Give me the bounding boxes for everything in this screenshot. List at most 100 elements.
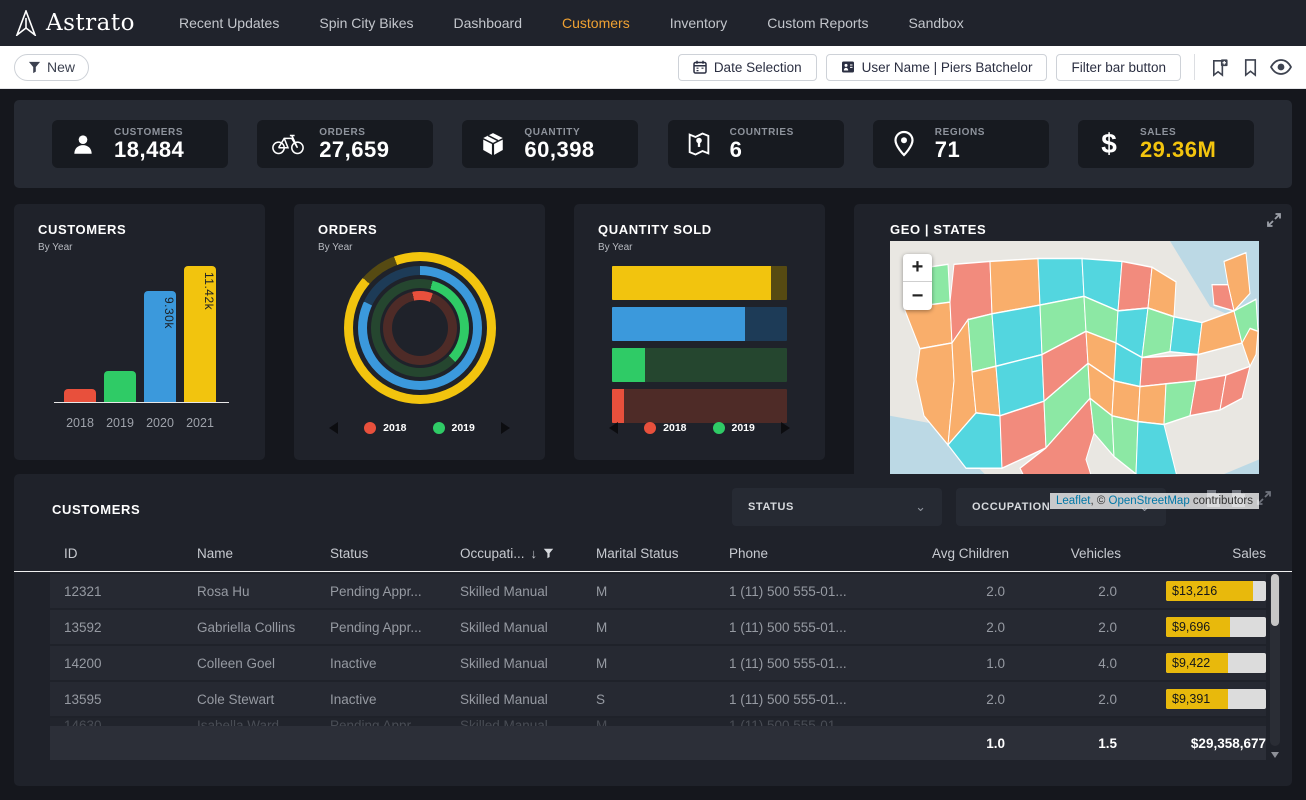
bar-2021[interactable]: 11.42k: [184, 266, 216, 402]
nav-item-customers[interactable]: Customers: [542, 0, 650, 46]
chevron-down-icon: ⌄: [915, 499, 926, 515]
legend-prev-arrow[interactable]: [609, 422, 618, 434]
nav-item-recent-updates[interactable]: Recent Updates: [159, 0, 299, 46]
cell-children: 1.0: [897, 656, 1009, 671]
cell-id: 12321: [64, 584, 197, 599]
cell-id: 13595: [64, 692, 197, 707]
calendar-icon: [693, 60, 707, 74]
hbar-2021[interactable]: [612, 266, 787, 300]
donut-ring-2020[interactable]: [358, 266, 482, 390]
scrollbar-down-arrow[interactable]: [1271, 752, 1279, 758]
column-label: ID: [64, 546, 78, 561]
hbar-fill: [612, 307, 745, 341]
column-header-vehicles[interactable]: Vehicles: [1009, 546, 1121, 561]
legend-next-arrow[interactable]: [501, 422, 510, 434]
donut-ring-2021[interactable]: [344, 252, 496, 404]
table-row[interactable]: 14200Colleen GoelInactiveSkilled ManualM…: [50, 646, 1266, 680]
nav-item-spin-city-bikes[interactable]: Spin City Bikes: [299, 0, 433, 46]
x-axis-line: [54, 402, 229, 403]
new-filter-pill[interactable]: New: [14, 54, 89, 81]
legend-prev-arrow[interactable]: [329, 422, 338, 434]
table-row[interactable]: 12321Rosa HuPending Appr...Skilled Manua…: [50, 574, 1266, 608]
legend-item-2019[interactable]: 2019: [433, 422, 475, 434]
column-header-status[interactable]: Status: [330, 546, 460, 561]
osm-link[interactable]: OpenStreetMap: [1109, 495, 1190, 507]
column-header-avg-children[interactable]: Avg Children: [897, 546, 1009, 561]
sales-bar-cell: $9,391: [1121, 689, 1266, 709]
bar-chart[interactable]: 9.30k11.42k: [64, 266, 216, 402]
donut-ring-2019[interactable]: [371, 279, 469, 377]
column-header-name[interactable]: Name: [197, 546, 330, 561]
kpi-card-customers: CUSTOMERS18,484: [52, 120, 228, 168]
column-header-marital-status[interactable]: Marital Status: [596, 546, 729, 561]
table-header-row: ID Name StatusOccupati...↓Marital StatusPh…: [14, 536, 1292, 572]
column-header-sales[interactable]: Sales: [1121, 546, 1266, 561]
x-axis-labels: 2018201920202021: [64, 416, 216, 430]
user-badge-icon: [841, 60, 855, 74]
column-header-id[interactable]: ID: [64, 546, 197, 561]
column-filter-icon[interactable]: [543, 548, 554, 559]
us-states-map: [890, 241, 1259, 509]
bar-2018[interactable]: [64, 389, 96, 402]
bar-value-label: 9.30k: [144, 297, 176, 329]
column-label: Phone: [729, 546, 768, 561]
legend-item-2018[interactable]: 2018: [644, 422, 686, 434]
expand-icon[interactable]: [1266, 212, 1282, 233]
nav-item-custom-reports[interactable]: Custom Reports: [747, 0, 888, 46]
orders-legend: 2018 2019: [294, 422, 545, 434]
leaflet-link[interactable]: Leaflet: [1056, 495, 1091, 507]
map-attribution: Leaflet, © OpenStreetMap contributors: [1050, 493, 1259, 509]
hbar-2018[interactable]: [612, 389, 787, 423]
user-name-button[interactable]: User Name | Piers Batchelor: [826, 54, 1048, 81]
donut-ring-gap: [367, 275, 473, 381]
donut-ring-gap: [353, 261, 487, 395]
legend-item-2019[interactable]: 2019: [713, 422, 755, 434]
cell-status: Pending Appr...: [330, 584, 460, 599]
kpi-card-regions: REGIONS71: [873, 120, 1049, 168]
nav-item-dashboard[interactable]: Dashboard: [434, 0, 543, 46]
legend-label: 2019: [732, 422, 755, 434]
cell-marital: M: [596, 620, 729, 635]
status-dropdown[interactable]: STATUS ⌄: [732, 488, 942, 526]
scrollbar-thumb[interactable]: [1271, 574, 1279, 626]
table-body: 12321Rosa HuPending Appr...Skilled Manua…: [50, 574, 1266, 760]
donut-ring-gap: [392, 300, 448, 356]
sales-bar-cell: $13,216: [1121, 581, 1266, 601]
cell-id: 13592: [64, 620, 197, 635]
date-selection-button[interactable]: Date Selection: [678, 54, 817, 81]
table-row-partial[interactable]: 14630Isabella WardPending Appr...Skilled…: [50, 718, 1266, 726]
zoom-out-button[interactable]: −: [903, 282, 932, 310]
nav-item-inventory[interactable]: Inventory: [650, 0, 748, 46]
quantity-chart-title: QUANTITY SOLD: [598, 222, 825, 237]
column-header-phone[interactable]: Phone: [729, 546, 897, 561]
hbar-2019[interactable]: [612, 348, 787, 382]
table-row[interactable]: 13595Cole StewartInactiveSkilled ManualS…: [50, 682, 1266, 716]
bar-2019[interactable]: [104, 371, 136, 402]
brand[interactable]: Astrato: [14, 10, 135, 36]
filter-bar-button[interactable]: Filter bar button: [1056, 54, 1181, 81]
column-header-occupati-[interactable]: Occupati...↓: [460, 546, 596, 561]
bookmark-add-icon[interactable]: [1208, 56, 1230, 78]
legend-item-2018[interactable]: 2018: [364, 422, 406, 434]
hbar-2020[interactable]: [612, 307, 787, 341]
kpi-value: 29.36M: [1140, 139, 1216, 161]
total-sales: $29,358,677: [1121, 736, 1266, 751]
brand-name: Astrato: [46, 10, 135, 36]
table-row[interactable]: 13592Gabriella CollinsPending Appr...Ski…: [50, 610, 1266, 644]
kpi-card-countries: COUNTRIES6: [668, 120, 844, 168]
nav-item-sandbox[interactable]: Sandbox: [888, 0, 983, 46]
table-scrollbar[interactable]: [1270, 574, 1280, 746]
donut-chart[interactable]: [294, 252, 545, 404]
legend-next-arrow[interactable]: [781, 422, 790, 434]
donut-ring-2018[interactable]: [383, 291, 457, 365]
eye-icon[interactable]: [1270, 56, 1292, 78]
zoom-in-button[interactable]: +: [903, 254, 932, 282]
hbar-chart[interactable]: [612, 266, 787, 423]
bookmark-icon[interactable]: [1239, 56, 1261, 78]
donut-ring-gap: [380, 288, 460, 368]
column-label: Name: [197, 546, 233, 561]
sales-bar-track: $9,391: [1166, 689, 1266, 709]
bar-2020[interactable]: 9.30k: [144, 291, 176, 402]
leaflet-map[interactable]: + − Leaflet, © OpenStreetMap contributor…: [890, 241, 1259, 509]
column-label: Occupati...: [460, 546, 525, 561]
